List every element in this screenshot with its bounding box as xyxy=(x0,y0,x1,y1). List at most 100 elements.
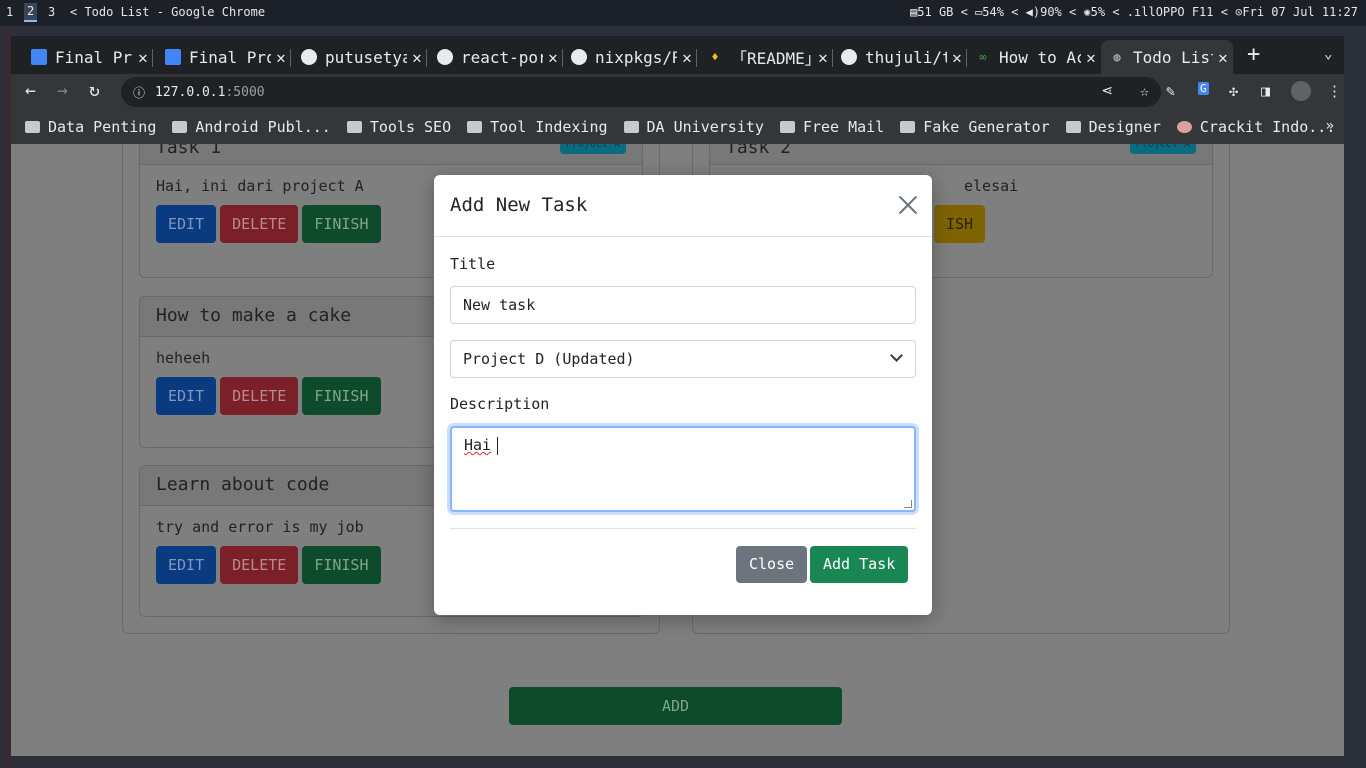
project-badge: Project A xyxy=(559,144,626,154)
title-input[interactable]: New task xyxy=(450,286,916,324)
docs-icon xyxy=(31,49,47,65)
add-task-modal: Add New Task Title New task Project D (U… xyxy=(434,175,932,615)
close-icon[interactable]: ✕ xyxy=(1081,48,1101,67)
project-badge: Project A xyxy=(1129,144,1196,154)
add-button[interactable]: ADD xyxy=(509,687,842,725)
card-title: Learn about code xyxy=(156,474,330,495)
workspace-1[interactable]: 1 xyxy=(6,5,13,19)
tab-todo-list[interactable]: ◍ Todo List ✕ xyxy=(1101,40,1233,74)
folder-icon xyxy=(346,121,362,133)
bookmark-tools-seo[interactable]: Tools SEO xyxy=(346,118,452,136)
favicon-icon xyxy=(1176,121,1192,133)
tab-thujuli[interactable]: thujuli/t ✕ xyxy=(833,40,967,74)
finish-button[interactable]: FINISH xyxy=(302,205,381,243)
bookmark-da-university[interactable]: DA University xyxy=(623,118,764,136)
bookmark-label: Data Penting xyxy=(48,118,157,136)
tab-final-pro-1[interactable]: Final Pro ✕ xyxy=(23,40,153,74)
bookmark-label: Designer xyxy=(1088,118,1161,136)
project-select[interactable]: Project D (Updated) xyxy=(450,340,916,378)
chevron-down-icon xyxy=(890,349,903,362)
text-caret xyxy=(497,436,499,455)
tab-final-pro-2[interactable]: Final Pro ✕ xyxy=(157,40,291,74)
tab-label: Final Pro xyxy=(189,47,271,67)
menu-icon[interactable]: ⋮ xyxy=(1327,82,1342,100)
star-icon[interactable]: ☆ xyxy=(1140,82,1149,100)
window-title: < Todo List - Google Chrome xyxy=(70,5,266,19)
modal-title: Add New Task xyxy=(450,194,588,216)
extensions-icon[interactable]: ✣ xyxy=(1229,82,1238,100)
workspace-2[interactable]: 2 xyxy=(24,3,38,22)
tab-label: nixpkgs/R xyxy=(595,47,677,67)
finish-button[interactable]: FINISH xyxy=(302,546,381,584)
close-icon[interactable]: ✕ xyxy=(271,48,291,67)
bookmark-android-publ[interactable]: Android Publ... xyxy=(172,118,331,136)
delete-button[interactable]: DELETE xyxy=(220,546,299,584)
reload-icon[interactable]: ↻ xyxy=(89,80,100,101)
chevron-down-icon[interactable]: ⌄ xyxy=(1324,46,1332,62)
avatar[interactable] xyxy=(1291,81,1311,101)
side-panel-icon[interactable]: ◨ xyxy=(1261,82,1270,100)
tab-readme[interactable]: ♦ 「README」 ✕ xyxy=(699,40,833,74)
delete-button[interactable]: DELETE xyxy=(220,205,299,243)
new-tab-button[interactable]: + xyxy=(1247,42,1260,67)
tab-label: thujuli/t xyxy=(865,47,947,67)
tab-react-por[interactable]: react-por ✕ xyxy=(429,40,563,74)
url-host: 127.0.0.1 xyxy=(155,84,226,100)
edit-button[interactable]: EDIT xyxy=(156,205,217,243)
bookmark-designer[interactable]: Designer xyxy=(1065,118,1161,136)
card-title: Task 2 xyxy=(726,144,792,158)
back-arrow-icon[interactable]: ← xyxy=(25,80,36,101)
bookmark-fake-generator[interactable]: Fake Generator xyxy=(900,118,1050,136)
close-button[interactable]: Close xyxy=(736,546,808,583)
globe-icon: ◍ xyxy=(1113,50,1121,64)
resize-handle[interactable] xyxy=(904,500,912,508)
share-icon[interactable]: ⋖ xyxy=(1101,83,1113,99)
edit-button[interactable]: EDIT xyxy=(156,377,217,415)
link-icon: ∞ xyxy=(979,50,987,64)
bookmark-data-penting[interactable]: Data Penting xyxy=(25,118,156,136)
tab-label: react-por xyxy=(461,47,543,67)
description-text: Hai xyxy=(464,436,492,454)
close-icon[interactable]: ✕ xyxy=(677,48,697,67)
github-icon xyxy=(841,49,857,65)
tab-putusetya[interactable]: putusetya ✕ xyxy=(293,40,427,74)
workspace-3[interactable]: 3 xyxy=(48,5,55,19)
add-task-button[interactable]: Add Task xyxy=(810,546,909,583)
close-icon[interactable] xyxy=(898,195,918,215)
system-status: ▤51 GB < ▭54% < ◀)90% < ✺5% < .ıllOPPO F… xyxy=(910,5,1358,19)
bookmark-label: Android Publ... xyxy=(195,118,331,136)
bookmark-label: Tools SEO xyxy=(369,118,452,136)
translate-icon[interactable]: G xyxy=(1198,82,1209,95)
bookmark-crackit-indo[interactable]: Crackit Indo... xyxy=(1176,118,1335,136)
folder-icon xyxy=(1065,121,1081,133)
github-icon xyxy=(301,49,317,65)
description-textarea[interactable]: Hai xyxy=(450,426,916,512)
close-icon[interactable]: ✕ xyxy=(1213,48,1233,67)
folder-icon xyxy=(172,121,188,133)
finish-button[interactable]: FINISH xyxy=(302,377,381,415)
close-icon[interactable]: ✕ xyxy=(407,48,427,67)
tab-strip: Final Pro ✕ Final Pro ✕ putusetya ✕ reac… xyxy=(11,36,1344,74)
close-icon[interactable]: ✕ xyxy=(813,48,833,67)
modal-divider xyxy=(450,528,916,529)
finish-button[interactable]: ISH xyxy=(934,205,986,243)
delete-button[interactable]: DELETE xyxy=(220,377,299,415)
folder-icon xyxy=(779,121,795,133)
close-icon[interactable]: ✕ xyxy=(947,48,967,67)
address-bar[interactable]: ⓘ 127.0.0.1:5000 ⋖ ☆ xyxy=(121,77,1161,107)
info-icon[interactable]: ⓘ xyxy=(133,84,145,101)
close-icon[interactable]: ✕ xyxy=(543,48,563,67)
leaf-icon: ♦ xyxy=(711,50,719,64)
tab-label: Todo List xyxy=(1133,47,1213,67)
github-icon xyxy=(571,49,587,65)
bookmark-label: Fake Generator xyxy=(923,118,1050,136)
forward-arrow-icon[interactable]: → xyxy=(57,80,68,101)
bookmark-free-mail[interactable]: Free Mail xyxy=(779,118,884,136)
close-icon[interactable]: ✕ xyxy=(133,48,153,67)
bookmark-tool-indexing[interactable]: Tool Indexing xyxy=(467,118,608,136)
tab-how-to[interactable]: ∞ How to Ac ✕ xyxy=(967,40,1101,74)
edit-button[interactable]: EDIT xyxy=(156,546,217,584)
pen-icon[interactable]: ✎ xyxy=(1166,82,1175,100)
chevron-double-right-icon[interactable]: » xyxy=(1326,118,1334,134)
tab-nixpkgs[interactable]: nixpkgs/R ✕ xyxy=(563,40,697,74)
